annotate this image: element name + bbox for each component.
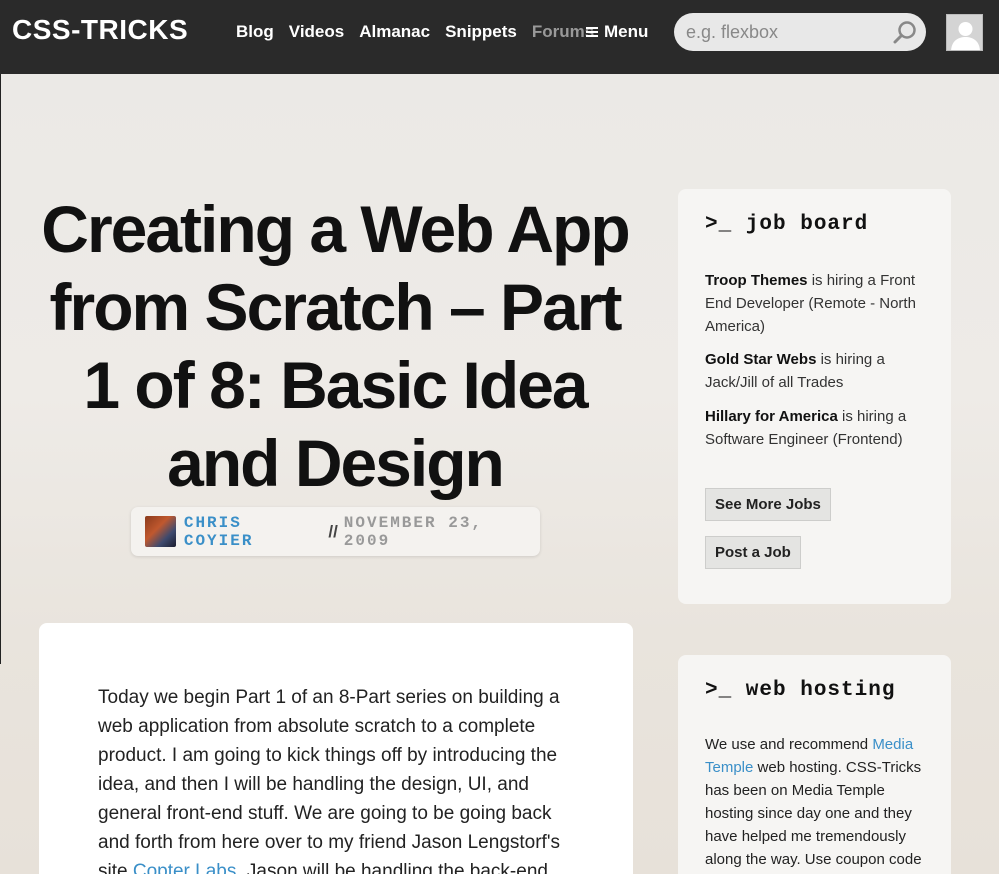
- nav-videos[interactable]: Videos: [289, 22, 344, 42]
- see-more-jobs-button[interactable]: See More Jobs: [705, 488, 831, 521]
- job-company: Gold Star Webs: [705, 351, 817, 368]
- job-listing[interactable]: Hillary for America is hiring a Software…: [705, 405, 930, 451]
- main-nav: Blog Videos Almanac Snippets Forums: [236, 22, 609, 42]
- nav-almanac[interactable]: Almanac: [359, 22, 430, 42]
- post-job-button[interactable]: Post a Job: [705, 536, 801, 569]
- intro-paragraph: Today we begin Part 1 of an 8-Part serie…: [98, 683, 578, 874]
- copter-labs-link[interactable]: Copter Labs: [133, 861, 237, 874]
- nav-blog[interactable]: Blog: [236, 22, 274, 42]
- job-board-title: >_ job board: [705, 213, 869, 236]
- site-header: CSS-TRICKS Blog Videos Almanac Snippets …: [0, 0, 999, 74]
- article-body: Today we begin Part 1 of an 8-Part serie…: [39, 623, 633, 874]
- nav-forums[interactable]: Forums: [532, 22, 594, 42]
- byline-separator: //: [328, 521, 338, 541]
- job-board-card: >_ job board Troop Themes is hiring a Fr…: [678, 189, 951, 604]
- hosting-text-start: We use and recommend: [705, 736, 873, 753]
- search-icon[interactable]: [892, 20, 918, 46]
- author-link[interactable]: CHRIS COYIER: [184, 514, 323, 550]
- intro-text: Today we begin Part 1 of an 8-Part serie…: [98, 687, 560, 874]
- web-hosting-card: >_ web hosting We use and recommend Medi…: [678, 655, 951, 874]
- job-listing[interactable]: Troop Themes is hiring a Front End Devel…: [705, 269, 930, 338]
- intro-text-end: . Jason will be handling the back-end: [236, 861, 548, 874]
- post-byline: CHRIS COYIER // NOVEMBER 23, 2009: [131, 507, 540, 556]
- job-company: Hillary for America: [705, 408, 838, 425]
- left-edge-line: [0, 74, 1, 664]
- job-company: Troop Themes: [705, 272, 808, 289]
- site-logo[interactable]: CSS-TRICKS: [12, 14, 188, 46]
- user-silhouette-icon: [951, 22, 980, 50]
- web-hosting-title: >_ web hosting: [705, 679, 896, 702]
- hamburger-icon: [586, 25, 598, 39]
- job-listing[interactable]: Gold Star Webs is hiring a Jack/Jill of …: [705, 348, 930, 394]
- user-avatar[interactable]: [946, 14, 983, 51]
- search-box: [674, 13, 926, 51]
- search-input[interactable]: [686, 19, 886, 45]
- menu-label: Menu: [604, 22, 649, 41]
- author-avatar[interactable]: [145, 516, 176, 547]
- post-title: Creating a Web App from Scratch – Part 1…: [41, 192, 630, 500]
- nav-snippets[interactable]: Snippets: [445, 22, 517, 42]
- post-date: NOVEMBER 23, 2009: [343, 513, 484, 550]
- web-hosting-text: We use and recommend Media Temple web ho…: [705, 733, 930, 871]
- menu-button[interactable]: Menu: [586, 22, 648, 42]
